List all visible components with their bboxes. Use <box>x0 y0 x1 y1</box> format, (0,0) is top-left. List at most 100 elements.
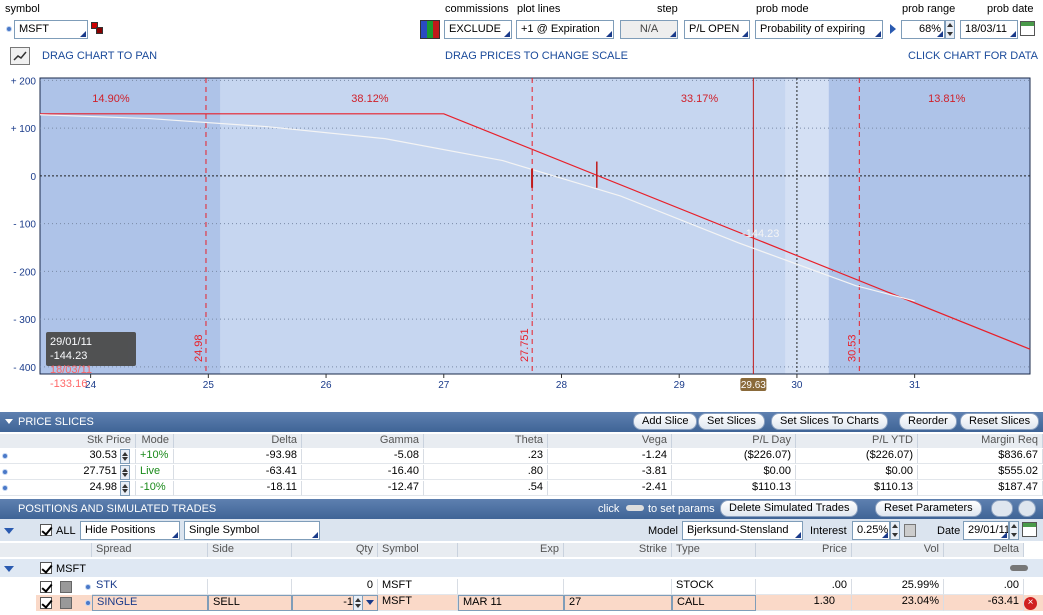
risk-profile-chart[interactable]: + 200+ 1000- 100- 200- 300- 40024 25 26 27 2… <box>0 73 1043 410</box>
position-cell: .00 <box>756 579 852 595</box>
collapse-all-icon[interactable] <box>4 528 14 534</box>
chart-toggle-icon[interactable] <box>10 47 30 65</box>
position-checkbox[interactable] <box>40 597 52 609</box>
col-exp[interactable]: Exp <box>458 543 564 557</box>
col-delta[interactable]: Delta <box>174 434 302 448</box>
col-margin-req[interactable]: Margin Req <box>918 434 1043 448</box>
single-symbol-select[interactable]: Single Symbol <box>184 521 320 540</box>
collapse-icon[interactable] <box>5 419 13 424</box>
slice-label: 30.53 <box>846 334 858 362</box>
grid-icon[interactable] <box>420 20 440 39</box>
col-symbol[interactable]: Symbol <box>378 543 458 557</box>
group-collapse-icon[interactable] <box>4 566 14 572</box>
position-color-swatch[interactable] <box>60 581 72 593</box>
col-strike[interactable]: Strike <box>564 543 672 557</box>
delete-simulated-trades-button[interactable]: Delete Simulated Trades <box>720 500 859 517</box>
prob-range-label: prob range <box>902 3 956 15</box>
qty-spinner[interactable] <box>353 595 363 611</box>
data-readout: 29/01/11 -144.23 18/03/11 -133.16 <box>46 332 136 390</box>
col-vega[interactable]: Vega <box>548 434 672 448</box>
position-cell: 25.99% <box>852 579 944 595</box>
x-tick-label: 25 <box>203 380 215 391</box>
position-color-swatch[interactable] <box>60 597 72 609</box>
stk-price-spinner[interactable] <box>120 481 130 496</box>
add-slice-button[interactable]: Add Slice <box>633 413 698 430</box>
interest-spinner[interactable] <box>890 521 900 540</box>
col-stk-price[interactable]: Stk Price <box>0 434 136 448</box>
slice-cell: .80 <box>424 465 548 480</box>
prob-date-input[interactable]: 18/03/11 <box>960 20 1018 39</box>
col-gamma[interactable]: Gamma <box>302 434 424 448</box>
camera-icon[interactable] <box>991 500 1013 517</box>
position-row-dot[interactable] <box>85 584 91 590</box>
position-checkbox[interactable] <box>40 581 52 593</box>
group-wrench-icon[interactable] <box>1010 565 1028 571</box>
slice-cell: -10% <box>136 481 174 496</box>
prob-mode-select[interactable]: Probability of expiring <box>755 20 883 39</box>
col-side[interactable]: Side <box>208 543 292 557</box>
position-cell[interactable]: SINGLE <box>92 595 208 611</box>
col-type[interactable]: Type <box>672 543 756 557</box>
position-cell[interactable]: SELL <box>208 595 292 611</box>
col-mode[interactable]: Mode <box>136 434 174 448</box>
col-qty[interactable]: Qty <box>292 543 378 557</box>
date-calendar-icon[interactable] <box>1022 522 1037 537</box>
col-pl-ytd[interactable]: P/L YTD <box>796 434 918 448</box>
reorder-button[interactable]: Reorder <box>899 413 957 430</box>
calendar-icon[interactable] <box>1020 21 1035 36</box>
prob-range-input[interactable]: 68% <box>901 20 945 39</box>
position-cell: -63.41 <box>944 595 1024 611</box>
stk-price-spinner[interactable] <box>120 465 130 480</box>
cursor-value-label: -144.23 <box>742 228 779 240</box>
slice-cell: Live <box>136 465 174 480</box>
step-input[interactable]: N/A <box>620 20 678 39</box>
set-slices-button[interactable]: Set Slices <box>698 413 765 430</box>
prob-pct-label: 13.81% <box>928 93 966 105</box>
reset-parameters-button[interactable]: Reset Parameters <box>875 500 982 517</box>
position-cell[interactable]: 1.30 <box>756 595 852 611</box>
prob-range-spinner[interactable] <box>945 20 955 39</box>
col-spread[interactable]: Spread <box>92 543 208 557</box>
col-price[interactable]: Price <box>756 543 852 557</box>
group-checkbox[interactable] <box>40 562 52 574</box>
qty-dropdown-icon[interactable] <box>366 600 374 605</box>
hide-positions-select[interactable]: Hide Positions <box>80 521 180 540</box>
stk-price-spinner[interactable] <box>120 449 130 464</box>
col-pl-day[interactable]: P/L Day <box>672 434 796 448</box>
color-swatch-icon-2[interactable] <box>96 27 103 34</box>
date-label: Date <box>937 525 961 537</box>
remove-position-icon[interactable]: × <box>1024 597 1037 610</box>
link-icon[interactable] <box>6 26 12 32</box>
col-theta[interactable]: Theta <box>424 434 548 448</box>
symbol-input[interactable]: MSFT <box>14 20 88 39</box>
x-tick-label: 30 <box>791 380 803 391</box>
prob-date-label: prob date <box>987 3 1034 15</box>
date-input[interactable]: 29/01/11 <box>963 521 1009 540</box>
col-vol[interactable]: Vol <box>852 543 944 557</box>
col-pos-delta[interactable]: Delta <box>944 543 1024 557</box>
position-cell[interactable]: MAR 11 <box>458 595 564 611</box>
slice-cell[interactable]: 24.98 <box>0 481 136 496</box>
commissions-select[interactable]: EXCLUDE <box>444 20 512 39</box>
set-slices-to-charts-button[interactable]: Set Slices To Charts <box>771 413 888 430</box>
reset-slices-button[interactable]: Reset Slices <box>960 413 1040 430</box>
interest-input[interactable]: 0.25% <box>852 521 890 540</box>
lock-icon[interactable] <box>904 524 916 537</box>
date-spinner[interactable] <box>1009 521 1019 540</box>
position-cell[interactable]: CALL <box>672 595 756 611</box>
position-cell[interactable]: 27 <box>564 595 672 611</box>
slice-cell[interactable]: 30.53 <box>0 449 136 464</box>
slice-cell: -3.81 <box>548 465 672 480</box>
group-row[interactable] <box>0 559 1043 577</box>
position-row-dot[interactable] <box>85 600 91 606</box>
all-checkbox[interactable] <box>40 524 52 536</box>
play-icon[interactable] <box>890 24 896 34</box>
expand-icon[interactable] <box>1018 500 1036 517</box>
slice-cell: -12.47 <box>302 481 424 496</box>
pl-open-select[interactable]: P/L OPEN <box>684 20 750 39</box>
slice-cell: $836.67 <box>918 449 1043 464</box>
slice-cell[interactable]: 27.751 <box>0 465 136 480</box>
plot-lines-select[interactable]: +1 @ Expiration <box>516 20 614 39</box>
x-tick-label: 31 <box>909 380 921 391</box>
model-select[interactable]: Bjerksund-Stensland <box>682 521 803 540</box>
